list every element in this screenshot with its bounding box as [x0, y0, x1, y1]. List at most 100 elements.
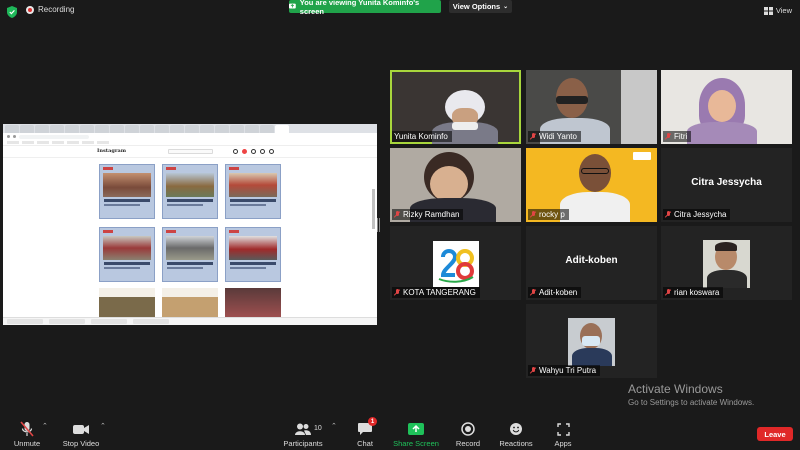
record-label: Record — [455, 439, 481, 448]
top-bar: Recording You are viewing Yunita Kominfo… — [0, 0, 800, 24]
post-caption — [230, 204, 266, 206]
download-item — [91, 319, 127, 324]
participant-video — [703, 240, 750, 288]
video-tile[interactable]: Wahyu Tri Putra — [526, 304, 657, 378]
shield-icon[interactable] — [7, 6, 17, 18]
download-item — [7, 319, 43, 324]
video-tile[interactable]: Rizky Ramdhan — [390, 148, 521, 222]
leave-button[interactable]: Leave — [757, 427, 793, 441]
post-caption — [104, 199, 150, 202]
mic-muted-icon — [530, 211, 536, 218]
home-icon — [233, 149, 238, 154]
shared-screen[interactable]: Instagram — [3, 124, 377, 325]
address-bar — [3, 133, 377, 140]
video-tile[interactable]: KOTA TANGERANG — [390, 226, 521, 300]
browser-tab — [260, 125, 274, 133]
video-tile[interactable]: rian koswara — [661, 226, 792, 300]
post-logos — [229, 230, 239, 233]
mic-muted-icon — [665, 211, 671, 218]
unmute-button[interactable]: Unmute — [0, 421, 57, 448]
participant-name: KOTA TANGERANG — [403, 288, 476, 297]
post-logos — [103, 230, 113, 233]
video-tile[interactable]: Fitri — [661, 70, 792, 144]
resize-handle[interactable] — [377, 218, 380, 232]
participant-name: Fitri — [674, 132, 688, 141]
participant-name: Yunita Kominfo — [394, 132, 448, 141]
browser-tab — [5, 125, 19, 133]
video-camera-icon — [72, 421, 90, 437]
mic-muted-icon — [394, 289, 400, 296]
participant-label: Yunita Kominfo — [392, 131, 452, 142]
video-tile[interactable]: Yunita Kominfo — [390, 70, 521, 144]
apps-button[interactable]: Apps — [533, 421, 593, 448]
mic-muted-icon — [665, 133, 671, 140]
browser-tab — [35, 125, 49, 133]
post-thumbnail — [99, 288, 155, 318]
browser-tab — [95, 125, 109, 133]
apps-icon — [554, 421, 572, 437]
post-logos — [166, 230, 176, 233]
participant-label: KOTA TANGERANG — [392, 287, 480, 298]
explore-icon — [251, 149, 256, 154]
scrollbar[interactable] — [372, 189, 375, 229]
instagram-nav-icons — [233, 149, 274, 154]
bookmark — [22, 141, 34, 144]
download-item — [133, 319, 169, 324]
post-caption — [167, 267, 203, 269]
stop-video-label: Stop Video — [62, 439, 100, 448]
heart-icon — [260, 149, 265, 154]
participant-name: Widi Yanto — [539, 132, 577, 141]
post-photo — [166, 236, 214, 260]
participant-center-name: Citra Jessycha — [691, 177, 762, 188]
post-logos — [103, 167, 113, 170]
viewing-banner-text: You are viewing Yunita Kominfo's screen — [299, 0, 420, 16]
mic-muted-icon — [394, 211, 400, 218]
browser-tab — [230, 125, 244, 133]
mic-muted-icon — [665, 289, 671, 296]
profile-icon — [269, 149, 274, 154]
share-screen-button[interactable]: Share Screen — [386, 421, 446, 448]
watermark-title: Activate Windows — [628, 382, 723, 396]
participant-label: Adit-koben — [528, 287, 582, 298]
post-caption — [167, 262, 213, 265]
view-label: View — [775, 6, 792, 15]
post-logos — [166, 167, 176, 170]
post-caption — [167, 204, 203, 206]
participant-video — [568, 318, 615, 366]
browser-tab — [65, 125, 79, 133]
view-button[interactable]: View — [763, 6, 792, 15]
participants-count: 10 — [314, 425, 322, 432]
view-options-button[interactable]: View Options ⌄ — [449, 0, 512, 13]
browser-tab — [110, 125, 124, 133]
participants-icon: 10 — [294, 421, 322, 437]
browser-tab — [125, 125, 139, 133]
browser-tab — [245, 125, 259, 133]
watermark-subtitle: Go to Settings to activate Windows. — [628, 398, 755, 407]
post-thumbnail — [225, 227, 281, 282]
video-options-caret[interactable]: ⌃ — [100, 422, 106, 430]
participant-label: Fitri — [663, 131, 692, 142]
video-tile[interactable]: Citra Jessycha Citra Jessycha — [661, 148, 792, 222]
video-tile[interactable]: Adit-koben Adit-koben — [526, 226, 657, 300]
audio-options-caret[interactable]: ⌃ — [42, 422, 48, 430]
share-screen-icon — [289, 3, 296, 9]
chat-unread-badge: 1 — [368, 417, 377, 426]
browser-tab — [155, 125, 169, 133]
participant-name: Adit-koben — [539, 288, 578, 297]
chat-label: Chat — [357, 439, 373, 448]
kota-tangerang-logo — [433, 241, 479, 287]
participants-label: Participants — [283, 439, 323, 448]
participant-name: rian koswara — [674, 288, 720, 297]
video-tile[interactable]: rocky p — [526, 148, 657, 222]
video-tile[interactable]: Widi Yanto — [526, 70, 657, 144]
participant-label: Citra Jessycha — [663, 209, 731, 220]
post-photo — [103, 236, 151, 260]
participant-name: Citra Jessycha — [674, 210, 727, 219]
anniversary-28-icon — [438, 249, 474, 283]
post-thumbnail — [162, 164, 218, 219]
participants-button[interactable]: 10 Participants — [273, 421, 333, 448]
post-photo — [166, 173, 214, 197]
post-caption — [167, 199, 213, 202]
mic-muted-icon — [530, 367, 536, 374]
mic-muted-icon — [530, 133, 536, 140]
